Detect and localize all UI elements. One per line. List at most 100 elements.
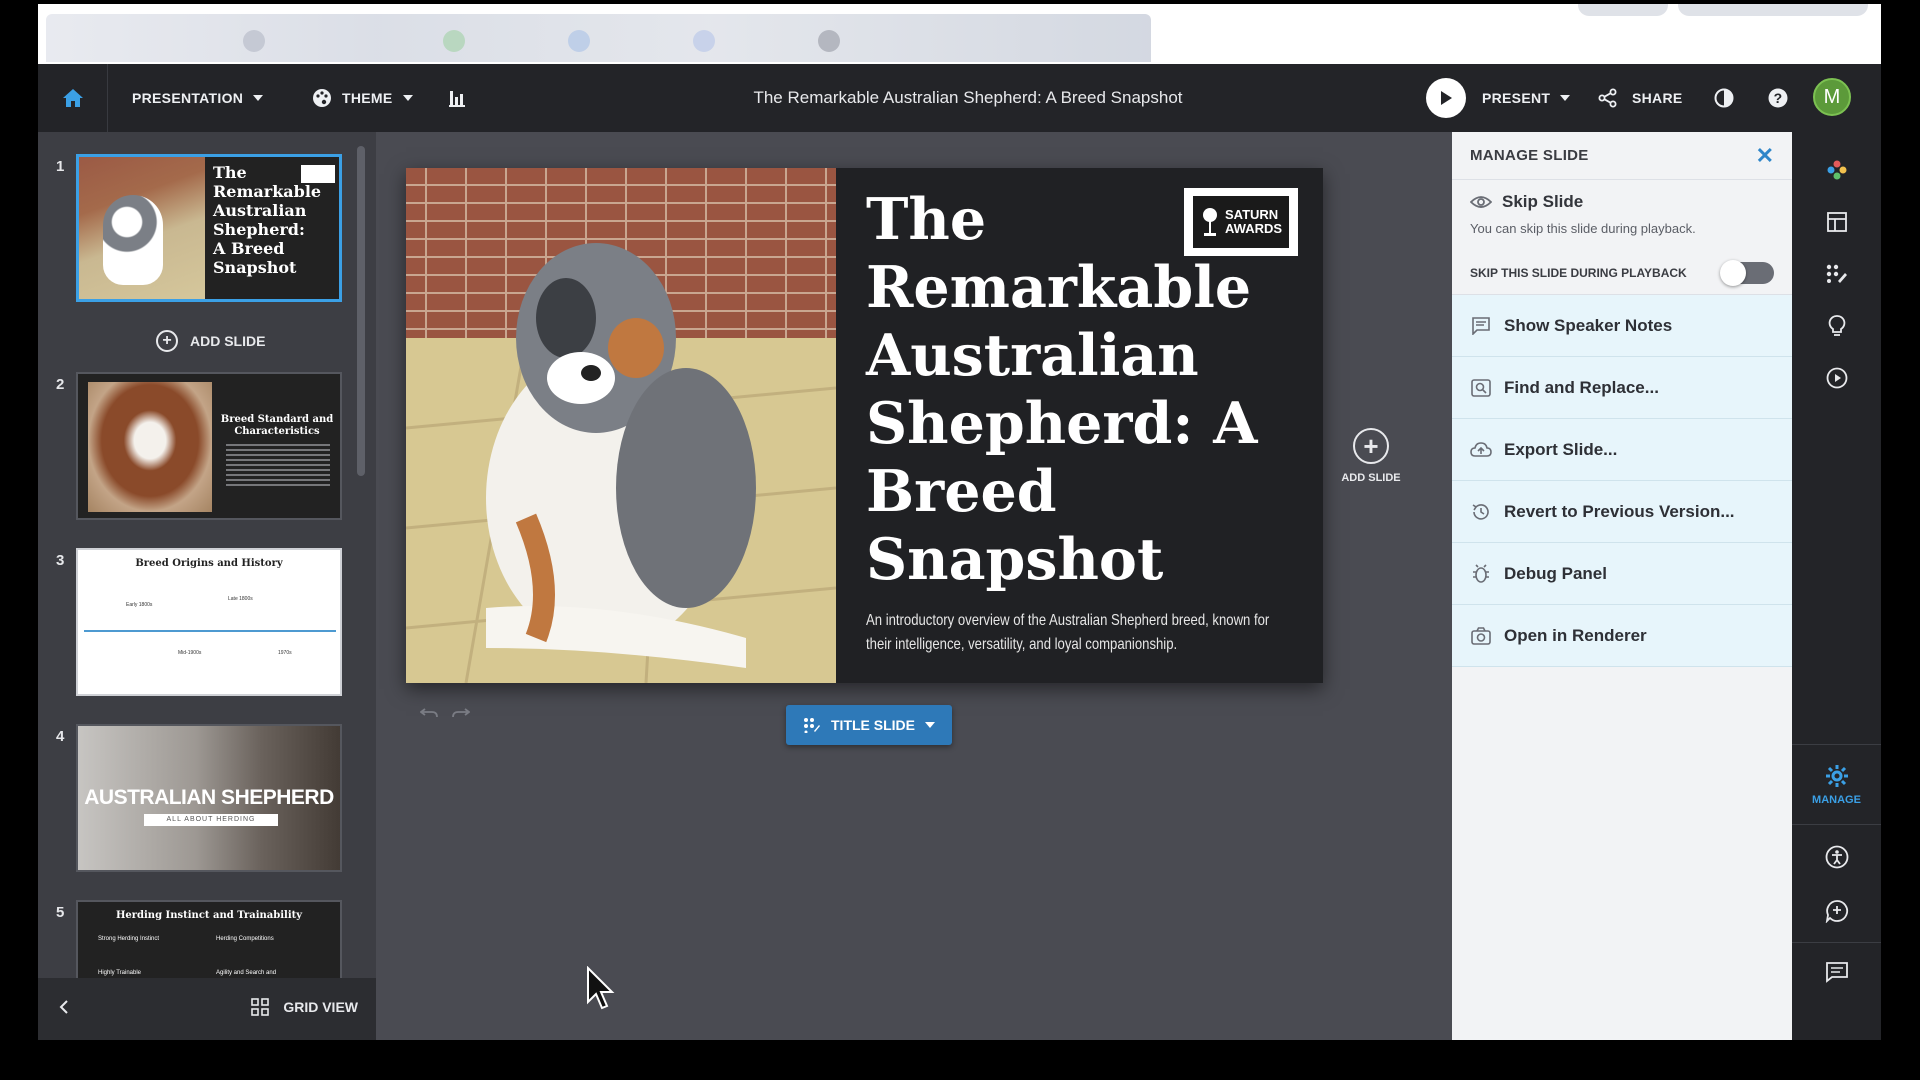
menu-item-label: Export Slide...: [1504, 439, 1618, 459]
skip-slide-description: You can skip this slide during playback.: [1470, 221, 1696, 236]
thumb-bullet: Herding Competitions: [216, 936, 274, 942]
user-avatar[interactable]: M: [1813, 78, 1851, 116]
slide-thumbnail-4[interactable]: AUSTRALIAN SHEPHERD ALL ABOUT HERDING: [76, 724, 342, 872]
saturn-awards-logo[interactable]: SATURN AWARDS: [1184, 188, 1298, 256]
tab-favicon-icon: [443, 30, 465, 52]
menu-item-label: Find and Replace...: [1504, 377, 1659, 397]
svg-text:?: ?: [1774, 90, 1783, 106]
playback-button[interactable]: [1792, 358, 1881, 398]
tab-favicon-icon: [693, 30, 715, 52]
tab-favicon-icon: [568, 30, 590, 52]
slide-number: 4: [56, 728, 65, 745]
mouse-cursor-icon: [587, 966, 615, 1010]
browser-control[interactable]: [1678, 4, 1868, 16]
contrast-toggle-button[interactable]: [1714, 64, 1734, 132]
slide-photo[interactable]: [406, 168, 836, 683]
speaker-notes-rail-button[interactable]: [1792, 950, 1881, 994]
slide-thumbnail-5[interactable]: Herding Instinct and Trainability Strong…: [76, 900, 342, 980]
thumb-text-lines: [226, 444, 330, 488]
manage-panel-header: MANAGE SLIDE ✕: [1452, 132, 1792, 180]
present-label: PRESENT: [1482, 90, 1551, 106]
browser-tabs[interactable]: [46, 14, 1151, 62]
manage-button[interactable]: MANAGE: [1792, 750, 1881, 816]
collapse-panel-button[interactable]: [58, 996, 70, 1022]
add-slide-after-label: ADD SLIDE: [1341, 472, 1401, 484]
share-button[interactable]: SHARE: [1598, 64, 1683, 132]
presentation-menu-label: PRESENTATION: [132, 90, 244, 106]
thumb-bullet: Agility and Search and: [216, 970, 277, 976]
timeline-label: Mid-1900s: [178, 650, 202, 656]
theme-menu-button[interactable]: THEME: [312, 64, 413, 132]
add-comment-button[interactable]: [1792, 889, 1881, 933]
find-replace-button[interactable]: Find and Replace...: [1452, 357, 1792, 419]
slide-thumbnail-1[interactable]: The Remarkable Australian Shepherd: A Br…: [76, 154, 342, 302]
slide-number: 3: [56, 552, 65, 569]
slide-layout-button[interactable]: TITLE SLIDE: [786, 705, 952, 745]
show-speaker-notes-button[interactable]: Show Speaker Notes: [1452, 295, 1792, 357]
table-button[interactable]: [1792, 202, 1881, 242]
bug-icon: [1470, 563, 1492, 585]
slide-editor: The Remarkable Australian Shepherd: A Br…: [376, 132, 1413, 1040]
browser-control[interactable]: [1578, 4, 1668, 16]
apps-button[interactable]: [1792, 150, 1881, 190]
lightbulb-icon: [1828, 315, 1845, 336]
add-slide-button[interactable]: + ADD SLIDE: [156, 330, 265, 352]
timeline-label: Late 1800s: [228, 596, 253, 602]
add-slide-label: ADD SLIDE: [190, 333, 266, 349]
logo-text: SATURN: [1225, 207, 1279, 222]
find-replace-icon: [1470, 377, 1492, 399]
share-label: SHARE: [1632, 90, 1683, 106]
present-button[interactable]: PRESENT: [1426, 64, 1571, 132]
layouts-button[interactable]: [1792, 254, 1881, 294]
current-slide[interactable]: The Remarkable Australian Shepherd: A Br…: [406, 168, 1323, 683]
undo-redo-group: [419, 702, 471, 725]
app-window: PRESENTATION THEME The Remarkable Austra…: [38, 4, 1881, 1040]
revert-version-button[interactable]: Revert to Previous Version...: [1452, 481, 1792, 543]
debug-panel-button[interactable]: Debug Panel: [1452, 543, 1792, 605]
top-toolbar: PRESENTATION THEME The Remarkable Austra…: [38, 64, 1881, 132]
trophy-icon: [1203, 208, 1217, 236]
rail-divider: [1792, 744, 1881, 745]
undo-icon: [419, 708, 438, 718]
slide-thumbnail-2[interactable]: Breed Standard and Characteristics: [76, 372, 342, 520]
ideas-button[interactable]: [1792, 306, 1881, 346]
slide-subtitle[interactable]: An introductory overview of the Australi…: [866, 609, 1292, 657]
share-icon: [1598, 88, 1617, 108]
slide-thumbnail-3[interactable]: Breed Origins and History Early 1800s La…: [76, 548, 342, 696]
thumb-title: AUSTRALIAN SHEPHERD: [84, 786, 334, 809]
accessibility-button[interactable]: [1792, 835, 1881, 879]
thumb-title: Breed Standard and Characteristics: [220, 414, 334, 437]
undo-button[interactable]: [419, 702, 438, 725]
dog-photo-image: [406, 168, 836, 683]
chart-insert-button[interactable]: [448, 64, 466, 132]
browser-tab-strip: [38, 4, 1881, 64]
logo-text: AWARDS: [1225, 221, 1283, 236]
slides-scrollbar[interactable]: [357, 146, 365, 476]
table-layout-icon: [1826, 212, 1847, 232]
manage-panel-title: MANAGE SLIDE: [1470, 147, 1589, 164]
close-icon[interactable]: ✕: [1756, 143, 1774, 169]
export-slide-button[interactable]: Export Slide...: [1452, 419, 1792, 481]
skip-slide-toggle[interactable]: [1720, 260, 1774, 286]
camera-icon: [1470, 625, 1492, 647]
presentation-menu-button[interactable]: PRESENTATION: [132, 64, 264, 132]
speaker-notes-icon: [1470, 315, 1492, 337]
home-button[interactable]: [38, 64, 108, 132]
document-title[interactable]: The Remarkable Australian Shepherd: A Br…: [658, 64, 1278, 132]
slide-number: 5: [56, 904, 65, 921]
gear-icon: [1825, 765, 1848, 787]
add-slide-after-button[interactable]: + ADD SLIDE: [1331, 428, 1411, 484]
redo-button[interactable]: [452, 702, 471, 725]
open-renderer-button[interactable]: Open in Renderer: [1452, 605, 1792, 667]
eye-icon: [1470, 196, 1492, 208]
menu-item-label: Open in Renderer: [1504, 625, 1647, 645]
chevron-left-icon: [59, 1000, 68, 1014]
grid-view-button[interactable]: GRID VIEW: [251, 998, 358, 1016]
rail-divider: [1792, 942, 1881, 943]
thumb-title: Herding Instinct and Trainability: [115, 910, 303, 921]
grid-icon: [251, 998, 270, 1016]
contrast-icon: [1714, 88, 1734, 108]
slide-layout-label: TITLE SLIDE: [831, 717, 915, 733]
chevron-down-icon: [1560, 95, 1571, 101]
help-button[interactable]: ?: [1768, 64, 1788, 132]
